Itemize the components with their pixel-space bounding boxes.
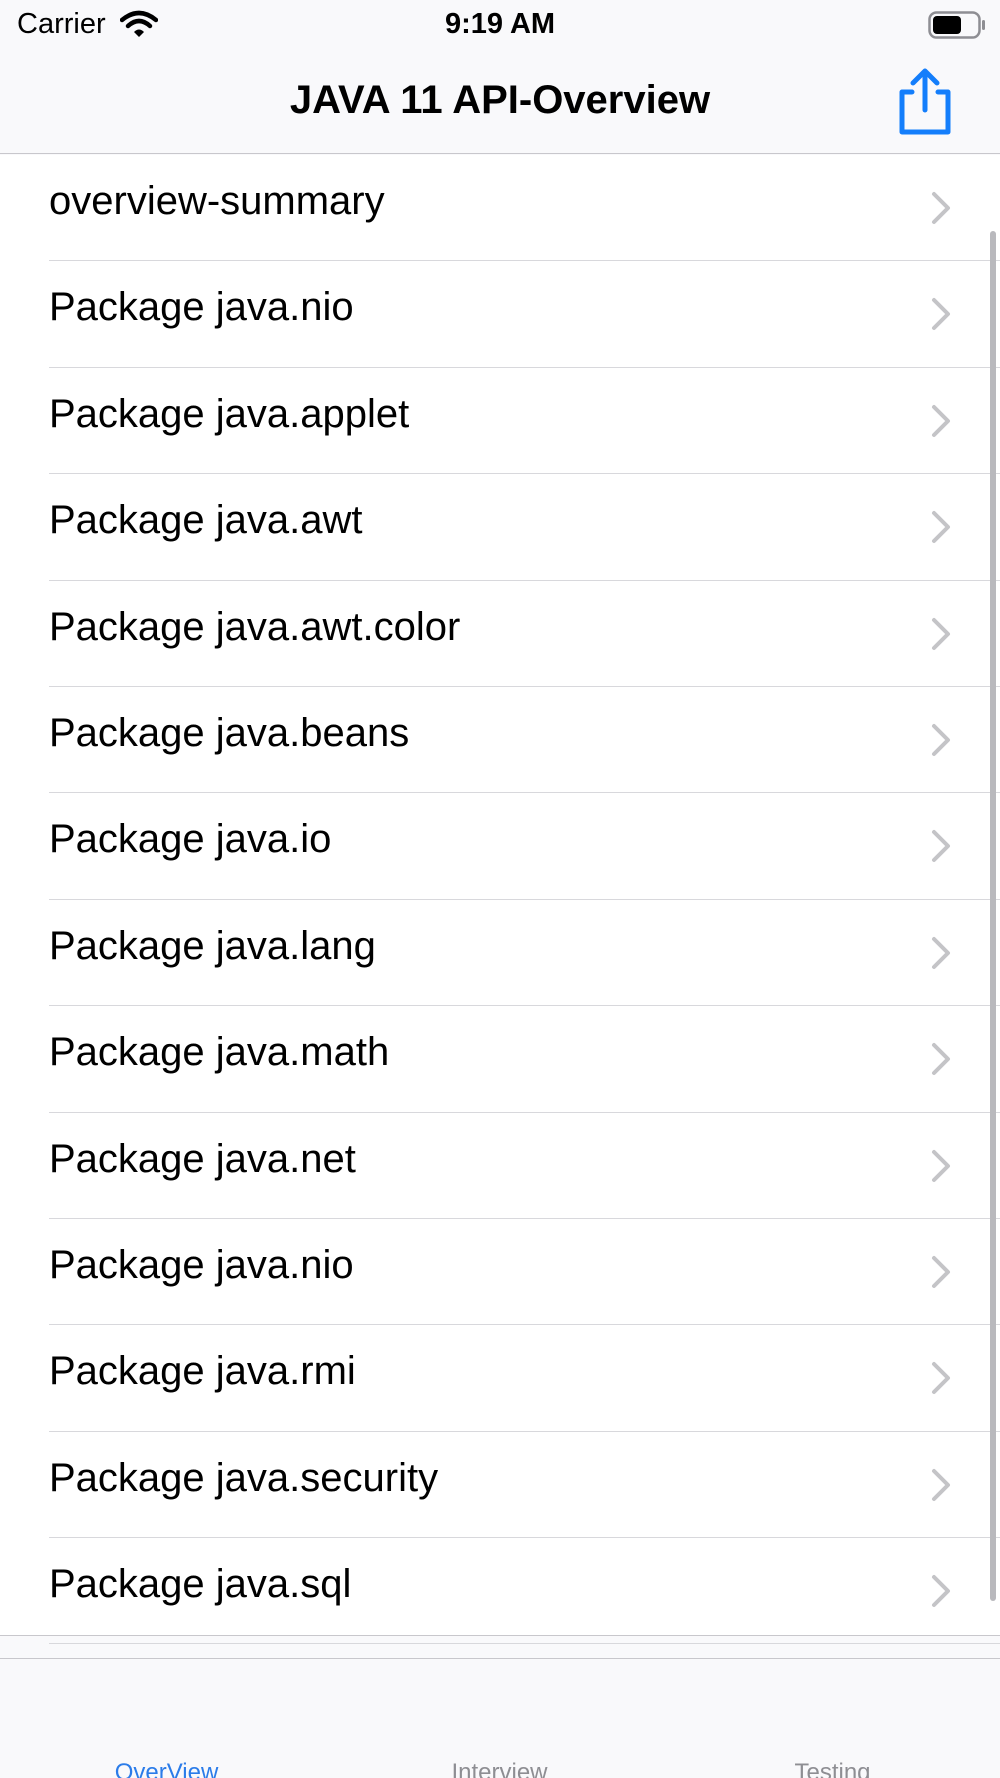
row-divider: [49, 1643, 1000, 1645]
list-item-label: Package java.lang: [49, 923, 376, 968]
tab-testing[interactable]: Testing: [666, 1759, 999, 1778]
battery-icon: [928, 11, 986, 44]
list-item[interactable]: Package java.awt.color: [0, 581, 1000, 687]
chevron-right-icon: [930, 936, 952, 970]
chevron-right-icon: [930, 510, 952, 544]
list-item-label: Package java.nio: [49, 285, 354, 330]
chevron-right-icon: [930, 829, 952, 863]
list-item-label: Package java.net: [49, 1136, 356, 1181]
chevron-right-icon: [930, 297, 952, 331]
page-title: JAVA 11 API-Overview: [289, 78, 711, 122]
list-item[interactable]: Package java.nio: [0, 1219, 1000, 1326]
list-item-label: Package java.awt.color: [49, 604, 461, 649]
list-item-label: Package java.sql: [49, 1562, 352, 1607]
chevron-right-icon: [930, 404, 952, 438]
list-item-label: Package java.awt: [49, 498, 363, 543]
list-item-label: Package java.math: [49, 1030, 390, 1075]
list-item-label: Package java.io: [49, 817, 332, 862]
list-item[interactable]: Package java.io: [0, 793, 1000, 900]
list-item-label: Package java.applet: [49, 391, 410, 436]
chevron-right-icon: [930, 723, 952, 757]
list-item[interactable]: Package java.net: [0, 1113, 1000, 1219]
list-item[interactable]: Package java.rmi: [0, 1325, 1000, 1432]
list-item[interactable]: Package java.beans: [0, 687, 1000, 794]
list-item-label: Package java.beans: [49, 710, 410, 755]
list-item[interactable]: overview-summary: [0, 155, 1000, 262]
package-list: overview-summary Package java.nio Packag…: [0, 155, 1000, 1645]
list-item[interactable]: Package java.lang: [0, 900, 1000, 1007]
scroll-indicator[interactable]: [990, 231, 996, 1601]
chevron-right-icon: [930, 1574, 952, 1608]
chevron-right-icon: [930, 617, 952, 651]
chevron-right-icon: [930, 1042, 952, 1076]
share-icon: [899, 68, 951, 135]
list-item[interactable]: Package java.nio: [0, 261, 1000, 368]
list-item-label: Package java.nio: [49, 1242, 354, 1287]
tab-bar: OverView Interview Testing: [0, 1658, 1000, 1778]
tab-overview[interactable]: OverView: [0, 1759, 333, 1778]
list-item[interactable]: Package java.sql: [0, 1538, 1000, 1645]
list-item-label: Package java.rmi: [49, 1349, 356, 1394]
navigation-bar: JAVA 11 API-Overview: [0, 52, 1000, 154]
chevron-right-icon: [930, 191, 952, 225]
list-item-label: Package java.security: [49, 1455, 439, 1500]
share-button[interactable]: [894, 66, 956, 138]
chevron-right-icon: [930, 1468, 952, 1502]
list-item[interactable]: Package java.awt: [0, 474, 1000, 581]
tab-interview[interactable]: Interview: [333, 1759, 666, 1778]
list-item[interactable]: Package java.security: [0, 1432, 1000, 1539]
list-item-label: overview-summary: [49, 179, 385, 223]
list-item[interactable]: Package java.applet: [0, 368, 1000, 475]
status-time: 9:19 AM: [444, 8, 556, 40]
chevron-right-icon: [930, 1255, 952, 1289]
list-item[interactable]: Package java.math: [0, 1006, 1000, 1113]
chevron-right-icon: [930, 1361, 952, 1395]
chevron-right-icon: [930, 1149, 952, 1183]
status-bar: Carrier 9:19 AM: [0, 0, 1000, 52]
